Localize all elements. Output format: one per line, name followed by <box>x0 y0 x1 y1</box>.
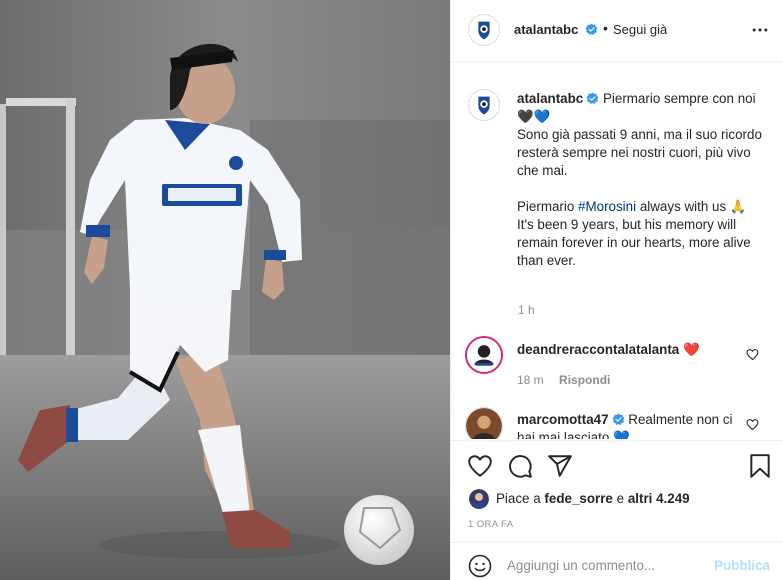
comment-text: deandreraccontalatalanta ❤️ <box>517 341 739 359</box>
reply-button[interactable]: Rispondi <box>559 373 610 387</box>
caption-text: atalantabc Piermario sempre con noi 🖤💙 S… <box>517 90 775 270</box>
hashtag-link[interactable]: #Morosini <box>578 199 636 214</box>
account-avatar[interactable] <box>468 14 500 46</box>
atalanta-logo-icon <box>469 15 499 45</box>
comment-meta: 18 m Rispondi <box>517 373 610 387</box>
liker-username[interactable]: fede_sorre <box>544 491 612 506</box>
account-username-text[interactable]: atalantabc <box>514 22 578 37</box>
bookmark-icon[interactable] <box>747 453 773 479</box>
publish-button[interactable]: Pubblica <box>714 558 770 573</box>
likes-text: Piace a fede_sorre e altri 4.249 <box>496 491 690 506</box>
pray-emoji: 🙏 <box>729 199 747 214</box>
post-time[interactable]: 1 ORA FA <box>468 519 513 530</box>
red-heart-emoji: ❤️ <box>682 342 700 357</box>
likes-count-link[interactable]: altri 4.249 <box>628 491 690 506</box>
verified-icon <box>585 23 598 35</box>
commenter-avatar[interactable] <box>465 336 503 374</box>
account-username[interactable]: atalantabc <box>514 22 598 37</box>
verified-icon <box>612 413 625 425</box>
commenter-username[interactable]: deandreraccontalatalanta <box>517 342 679 357</box>
caption-en-suffix: always with us <box>639 199 727 214</box>
caption-time[interactable]: 1 h <box>518 303 535 317</box>
commenter-avatar-image <box>466 408 502 439</box>
football-player-illustration <box>0 0 450 580</box>
add-comment-bar: Aggiungi un commento... Pubblica <box>451 542 783 580</box>
heart-emojis: 🖤💙 <box>517 109 551 124</box>
likes-prefix: Piace a <box>496 491 541 506</box>
commenter-avatar[interactable] <box>465 407 503 439</box>
post-side-panel: atalantabc • Segui già atalantabc Pierma… <box>450 0 783 580</box>
caption-line1: Piermario sempre con <box>602 91 734 106</box>
liker-avatar[interactable] <box>469 489 489 509</box>
heart-icon[interactable] <box>467 453 493 479</box>
comment-time: 18 m <box>517 373 544 387</box>
comment-icon[interactable] <box>507 453 533 479</box>
caption-english-text: It's been 9 years, but his memory will r… <box>517 217 751 268</box>
emoji-icon[interactable] <box>468 554 492 578</box>
share-icon[interactable] <box>547 453 573 479</box>
comment-text: marcomotta47 Realmente non ci hai mai la… <box>517 411 739 439</box>
post-actions: Piace a fede_sorre e altri 4.249 1 ORA F… <box>451 440 783 580</box>
commenter-avatar-image <box>467 338 501 372</box>
post-header: atalantabc • Segui già <box>451 0 783 62</box>
caption-en-prefix: Piermario <box>517 199 575 214</box>
following-button[interactable]: Segui già <box>613 22 667 37</box>
caption-username[interactable]: atalantabc <box>517 91 583 106</box>
comment-input[interactable]: Aggiungi un commento... <box>507 558 655 573</box>
caption-avatar[interactable] <box>468 89 500 121</box>
likes-conjunction: e <box>616 491 625 506</box>
liker-avatar-image <box>469 489 489 509</box>
follow-separator: • <box>603 20 608 36</box>
more-icon[interactable] <box>750 20 770 40</box>
post-photo[interactable] <box>0 0 450 580</box>
comments-list[interactable]: atalantabc Piermario sempre con noi 🖤💙 S… <box>451 63 783 439</box>
caption-italian-text: Sono già passati 9 anni, ma il suo ricor… <box>517 127 762 178</box>
verified-icon <box>586 92 599 104</box>
like-heart-icon[interactable] <box>746 418 759 431</box>
caption-line2: noi <box>737 91 756 106</box>
atalanta-logo-icon <box>469 90 499 120</box>
commenter-username[interactable]: marcomotta47 <box>517 412 609 427</box>
like-heart-icon[interactable] <box>746 348 759 361</box>
